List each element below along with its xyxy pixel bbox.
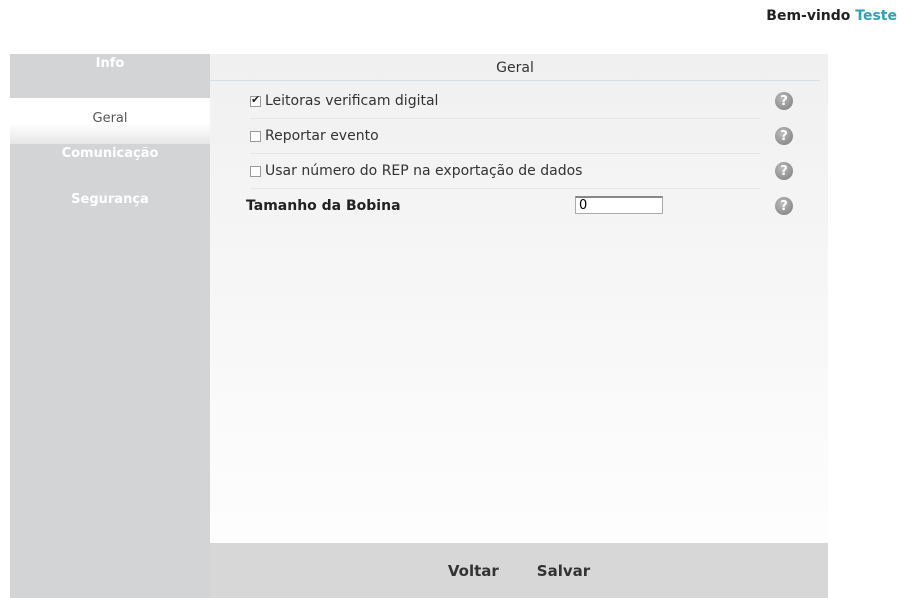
checkbox-usar-numero[interactable] [250,165,261,177]
bobina-input[interactable] [575,196,663,214]
settings-panel: Geral Leitoras verificam digital ? Repor… [210,54,828,598]
option-label: Usar número do REP na exportação de dado… [265,163,583,179]
welcome-text: Bem-vindo Teste [766,8,897,24]
option-row-leitoras: Leitoras verificam digital [250,84,760,119]
option-row-reportar: Reportar evento [250,119,760,154]
option-row-usar-numero: Usar número do REP na exportação de dado… [250,154,760,189]
footer-bar: Voltar Salvar [210,543,828,598]
sidebar-item-label: Segurança [71,192,149,207]
user-name[interactable]: Teste [855,8,897,24]
save-button[interactable]: Salvar [537,562,590,580]
option-leitoras[interactable]: Leitoras verificam digital [250,93,438,109]
help-icon[interactable]: ? [775,197,793,215]
sidebar: Info Geral Comunicação Segurança [10,54,210,598]
checkbox-leitoras[interactable] [250,93,261,107]
checkbox-reportar[interactable] [250,130,261,142]
option-usar-numero[interactable]: Usar número do REP na exportação de dado… [250,163,582,179]
sidebar-item-label: Geral [92,110,128,126]
help-icon[interactable]: ? [775,92,793,110]
sidebar-item-label: Info [95,56,125,71]
bobina-label: Tamanho da Bobina [246,198,401,214]
sidebar-item-label: Comunicação [61,146,159,161]
option-label: Leitoras verificam digital [265,93,439,109]
sidebar-item-geral[interactable]: Geral [10,98,210,144]
option-label: Reportar evento [265,128,379,144]
welcome-label: Bem-vindo [766,8,851,24]
option-reportar[interactable]: Reportar evento [250,128,379,144]
back-button[interactable]: Voltar [448,562,499,580]
sidebar-item-comunicacao[interactable]: Comunicação [10,144,210,190]
sidebar-item-seguranca[interactable]: Segurança [10,190,210,236]
help-icon[interactable]: ? [775,127,793,145]
help-icon[interactable]: ? [775,162,793,180]
sidebar-item-info[interactable]: Info [10,54,210,98]
page-title: Geral [210,54,820,81]
